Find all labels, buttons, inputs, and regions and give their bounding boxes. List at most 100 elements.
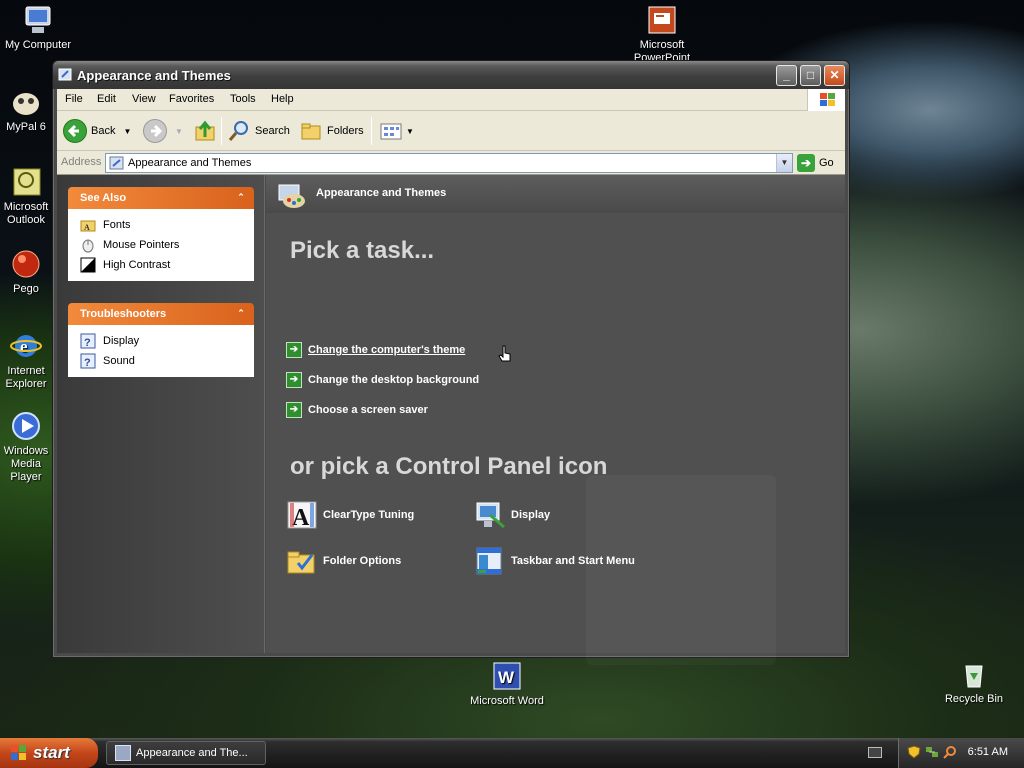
desktop-icon-word[interactable]: W Microsoft Word [465,660,549,708]
task-choose-screen-saver[interactable]: ➔ Choose a screen saver [286,401,428,419]
task-change-theme[interactable]: ➔ Change the computer's theme [286,341,465,359]
desktop-icon-label: Microsoft Outlook [3,201,49,226]
cp-icon-label: Display [511,509,551,521]
see-also-header[interactable]: See Also ⌃ [68,187,254,209]
powerpoint-icon [646,4,678,36]
svg-text:e: e [20,337,28,356]
cp-icon-cleartype-tuning[interactable]: A ClearType Tuning [286,499,414,531]
desktop-icon-wmp[interactable]: Windows Media Player [0,410,56,484]
task-label: Change the desktop background [308,374,480,386]
window-icon [115,745,131,761]
task-change-desktop-background[interactable]: ➔ Change the desktop background [286,371,479,389]
security-shield-icon[interactable] [907,745,921,759]
desktop-icon-my-computer[interactable]: My Computer [0,4,80,52]
taskbar-window-button[interactable]: Appearance and The... [106,741,266,765]
collapse-chevron-icon[interactable]: ⌃ [234,307,248,321]
desktop-icon-pego[interactable]: Pego [0,248,56,296]
desktop-icon-label: Windows Media Player [3,445,49,483]
go-arrow-icon: ➔ [797,154,815,172]
back-dropdown-icon[interactable]: ▼ [123,127,131,136]
cp-icon-label: ClearType Tuning [323,509,415,521]
address-bar: Address Appearance and Themes ▼ ➔ Go [57,151,845,175]
maximize-button[interactable]: □ [800,65,821,86]
help-question-icon: ? [80,333,96,349]
cp-icon-folder-options[interactable]: Folder Options [286,545,401,577]
menu-edit[interactable]: Edit [97,93,116,105]
go-button[interactable]: ➔ Go [797,153,834,173]
forward-dropdown-icon[interactable]: ▼ [175,127,183,136]
desktop-icon-mypal[interactable]: MyPal 6 [0,86,56,134]
address-dropdown-icon[interactable]: ▼ [776,154,792,172]
see-also-item-label: High Contrast [103,259,171,271]
folders-button[interactable]: Folders [299,118,364,144]
desktop-icon-label: Microsoft PowerPoint [633,39,691,60]
start-button[interactable]: start [0,738,98,768]
desktop-icon-label: Internet Explorer [5,365,47,390]
desktop-icon-label: MyPal 6 [6,121,46,133]
up-button[interactable] [193,118,217,144]
back-arrow-icon [63,119,87,143]
search-icon [227,119,251,143]
hand-cursor-icon [498,345,512,363]
close-button[interactable]: ✕ [824,65,845,86]
desktop-icon-ie[interactable]: e Internet Explorer [0,330,56,391]
mypal-icon [10,86,42,118]
keyboard-icon[interactable] [868,747,882,758]
views-dropdown-icon[interactable]: ▼ [406,127,414,136]
desktop-icon-recycle-bin[interactable]: Recycle Bin [932,658,1016,706]
cp-icon-label: Taskbar and Start Menu [511,555,635,567]
see-also-item-label: Mouse Pointers [103,239,180,251]
cp-icon-display[interactable]: Display [474,499,550,531]
menu-file[interactable]: File [65,93,83,105]
address-input[interactable]: Appearance and Themes ▼ [105,153,793,173]
network-icon[interactable] [925,745,939,759]
see-also-item-high-contrast[interactable]: High Contrast [80,255,254,275]
start-label: start [33,743,70,762]
search-tray-icon[interactable] [943,745,957,759]
minimize-button[interactable]: _ [776,65,797,86]
see-also-item-fonts[interactable]: A Fonts [80,215,254,235]
troubleshooters-title: Troubleshooters [80,308,167,320]
explorer-window: Appearance and Themes _ □ ✕ File Edit Vi… [52,60,850,658]
taskbar-window-label: Appearance and The... [136,747,248,759]
cp-icon-label: Folder Options [323,555,402,567]
menu-view[interactable]: View [132,93,156,105]
svg-text:?: ? [84,357,91,369]
task-arrow-icon: ➔ [286,372,302,388]
title-bar[interactable]: Appearance and Themes _ □ ✕ [53,61,849,89]
troubleshooters-header[interactable]: Troubleshooters ⌃ [68,303,254,325]
search-button[interactable]: Search [227,118,290,144]
forward-button[interactable]: ▼ [143,118,183,144]
desktop-icon-outlook[interactable]: Microsoft Outlook [0,166,56,227]
desktop-icon-label: Pego [13,283,39,295]
address-folder-icon [109,156,125,170]
task-pane: See Also ⌃ A Fonts Mouse Pointers High C… [57,175,265,653]
fonts-folder-icon: A [80,217,96,233]
clock[interactable]: 6:51 AM [968,746,1008,758]
svg-text:A: A [84,223,90,232]
svg-text:A: A [292,505,310,531]
collapse-chevron-icon[interactable]: ⌃ [234,191,248,205]
cp-icon-taskbar-start-menu[interactable]: Taskbar and Start Menu [474,545,635,577]
content-header-title: Appearance and Themes [316,187,447,199]
menu-tools[interactable]: Tools [230,93,256,105]
menu-help[interactable]: Help [271,93,294,105]
troubleshooter-item-display[interactable]: ? Display [80,331,254,351]
desktop-icon-label: Microsoft Word [470,695,544,707]
folder-options-icon [286,545,318,577]
content-area: Appearance and Themes Pick a task... ➔ C… [266,175,845,653]
see-also-item-mouse-pointers[interactable]: Mouse Pointers [80,235,254,255]
desktop-icon-label: My Computer [4,39,72,51]
back-button[interactable]: Back ▼ [63,118,131,144]
help-question-icon: ? [80,353,96,369]
views-button[interactable]: ▼ [379,118,414,144]
folders-label: Folders [327,125,364,137]
toolbar: Back ▼ ▼ Search Folders ▼ [57,111,845,151]
menu-favorites[interactable]: Favorites [169,93,214,105]
troubleshooters-panel: Troubleshooters ⌃ ? Display ? Sound [68,303,254,377]
appearance-themes-icon [276,179,308,211]
desktop-icon-powerpoint[interactable]: Microsoft PowerPoint [620,4,704,60]
troubleshooter-item-sound[interactable]: ? Sound [80,351,254,371]
back-label: Back [91,125,116,137]
word-icon: W [491,660,523,692]
